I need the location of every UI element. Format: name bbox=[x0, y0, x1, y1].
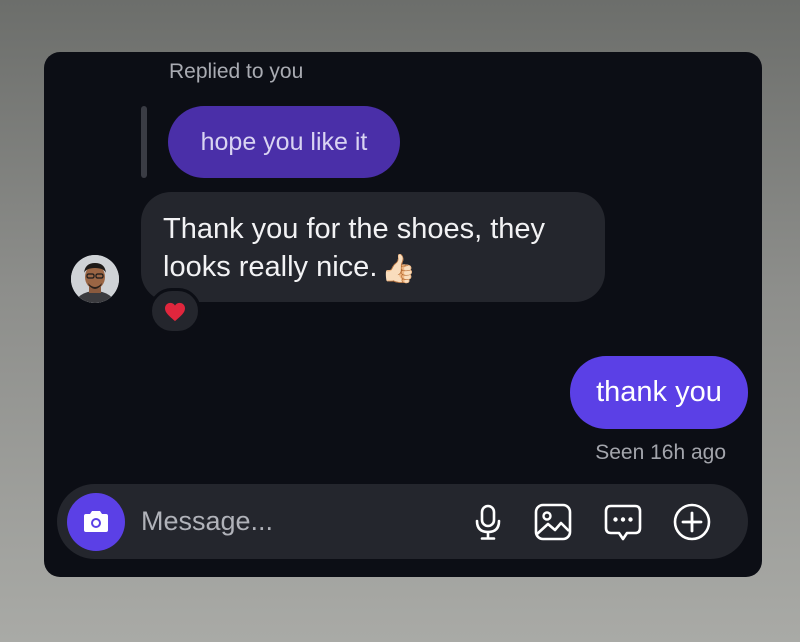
received-message-bubble[interactable]: Thank you for the shoes, they looks real… bbox=[141, 192, 605, 302]
sticker-icon bbox=[604, 504, 642, 541]
sent-message-bubble[interactable]: thank you bbox=[570, 356, 748, 429]
thumbs-up-icon: 👍🏻 bbox=[381, 253, 417, 284]
received-message-text: Thank you for the shoes, they looks real… bbox=[163, 213, 546, 283]
camera-icon bbox=[84, 511, 108, 532]
microphone-button[interactable] bbox=[467, 501, 509, 543]
sender-avatar[interactable] bbox=[71, 255, 119, 303]
person-avatar-icon bbox=[71, 255, 119, 303]
replied-to-label: Replied to you bbox=[169, 60, 304, 83]
gallery-icon bbox=[534, 503, 572, 541]
chat-panel: Replied to you hope you like it Thank yo… bbox=[44, 52, 762, 577]
add-button[interactable] bbox=[671, 501, 713, 543]
sticker-button[interactable] bbox=[602, 501, 644, 543]
camera-button[interactable] bbox=[67, 493, 125, 551]
plus-icon bbox=[673, 503, 711, 541]
heart-reaction[interactable] bbox=[149, 288, 201, 334]
microphone-icon bbox=[475, 504, 501, 540]
message-composer bbox=[57, 484, 748, 559]
reply-indicator-bar bbox=[141, 106, 147, 178]
message-input[interactable] bbox=[141, 498, 441, 544]
heart-icon bbox=[165, 302, 185, 322]
seen-status: Seen 16h ago bbox=[595, 441, 726, 464]
quoted-message-bubble[interactable]: hope you like it bbox=[168, 106, 400, 178]
gallery-button[interactable] bbox=[532, 501, 574, 543]
